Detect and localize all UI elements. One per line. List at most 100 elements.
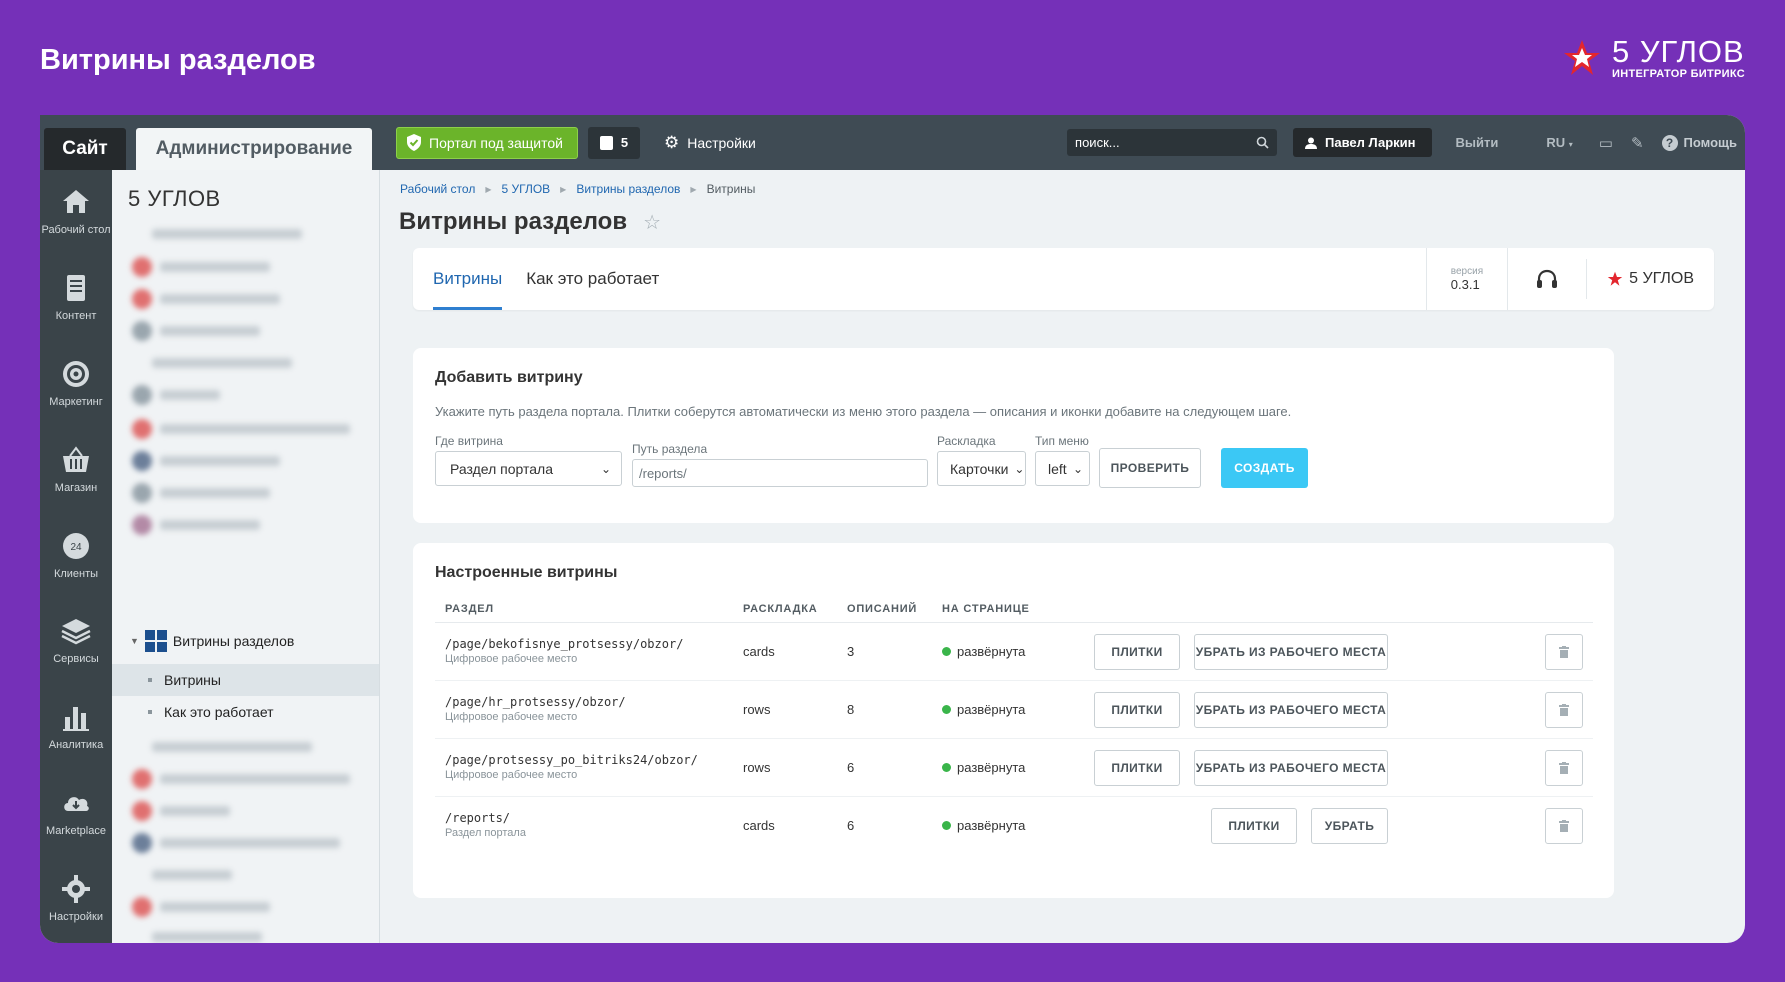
support-button[interactable] xyxy=(1507,248,1586,310)
nav-item-settings[interactable]: Настройки xyxy=(40,857,112,943)
blurred-menu-item xyxy=(132,354,292,372)
remove-from-workplace-button[interactable]: УБРАТЬ ИЗ РАБОЧЕГО МЕСТА xyxy=(1194,750,1388,786)
headset-icon xyxy=(1537,269,1558,288)
notification-count: 5 xyxy=(620,135,629,150)
tabs-bar: Витрины Как это работает версия 0.3.1 5 … xyxy=(413,248,1714,310)
table-row: /page/bekofisnye_protsessy/obzor/ Цифров… xyxy=(435,623,1593,681)
tab-showcases[interactable]: Витрины xyxy=(433,248,503,310)
column-header: НА СТРАНИЦЕ xyxy=(942,603,1030,615)
tab-how-it-works[interactable]: Как это работает xyxy=(526,248,659,310)
breadcrumb-link[interactable]: 5 УГЛОВ xyxy=(501,182,550,196)
tree-item-label: Витрины xyxy=(164,672,221,688)
blurred-menu-item xyxy=(132,515,260,535)
delete-button[interactable] xyxy=(1545,692,1583,728)
row-layout: cards xyxy=(743,644,775,659)
admin-tab[interactable]: Администрирование xyxy=(136,128,372,170)
where-value: Раздел портала xyxy=(450,460,554,477)
breadcrumb-link[interactable]: Витрины разделов xyxy=(576,182,680,196)
row-type: Цифровое рабочее место xyxy=(445,653,578,665)
document-icon xyxy=(67,274,85,301)
panel-toggle-icon[interactable]: ▭ xyxy=(1599,134,1613,152)
remove-from-workplace-button[interactable]: УБРАТЬ ИЗ РАБОЧЕГО МЕСТА xyxy=(1194,692,1388,728)
nav-item-shop[interactable]: Магазин xyxy=(40,428,112,514)
remove-button[interactable]: УБРАТЬ xyxy=(1311,808,1388,844)
row-status: развёрнута xyxy=(942,818,1025,833)
search-input[interactable] xyxy=(1075,135,1236,150)
breadcrumb-link[interactable]: Рабочий стол xyxy=(400,182,475,196)
row-count: 6 xyxy=(847,760,855,775)
nav-item-clients[interactable]: 24 Клиенты xyxy=(40,514,112,600)
column-header: ОПИСАНИЙ xyxy=(847,603,918,615)
language-select[interactable]: RU ▾ xyxy=(1546,135,1572,150)
where-select[interactable]: Раздел портала ⌄ xyxy=(435,451,622,486)
tiles-button[interactable]: ПЛИТКИ xyxy=(1094,692,1180,728)
shield-icon xyxy=(407,134,421,151)
row-type: Цифровое рабочее место xyxy=(445,711,578,723)
remove-from-workplace-button[interactable]: УБРАТЬ ИЗ РАБОЧЕГО МЕСТА xyxy=(1194,634,1388,670)
layout-select[interactable]: Карточки ⌄ xyxy=(937,451,1026,486)
menu-type-select[interactable]: left ⌄ xyxy=(1035,451,1090,486)
row-count: 8 xyxy=(847,702,855,717)
check-button[interactable]: ПРОВЕРИТЬ xyxy=(1099,448,1201,488)
delete-button[interactable] xyxy=(1545,750,1583,786)
nav-item-desktop[interactable]: Рабочий стол xyxy=(40,170,112,256)
tree-node-showcases[interactable]: ▼ Витрины разделов xyxy=(130,630,294,652)
tiles-button[interactable]: ПЛИТКИ xyxy=(1094,634,1180,670)
nav-label: Сервисы xyxy=(53,653,99,666)
path-label: Путь раздела xyxy=(632,442,708,456)
protection-label: Портал под защитой xyxy=(429,134,563,151)
blurred-menu-item xyxy=(132,225,302,243)
row-type: Цифровое рабочее место xyxy=(445,769,578,781)
path-input[interactable]: /reports/ xyxy=(632,459,928,487)
row-layout: rows xyxy=(743,760,771,775)
settings-button[interactable]: ⚙ Настройки xyxy=(664,133,756,153)
configured-showcases-card: Настроенные витрины РАЗДЕЛ РАСКЛАДКА ОПИ… xyxy=(413,543,1614,898)
notifications-button[interactable]: 5 xyxy=(587,126,640,159)
chevron-down-icon: ⌄ xyxy=(1014,461,1025,476)
row-status: развёрнута xyxy=(942,760,1025,775)
site-tab[interactable]: Сайт xyxy=(44,128,126,170)
caret-down-icon[interactable]: ▼ xyxy=(130,636,139,646)
nav-item-analytics[interactable]: Аналитика xyxy=(40,685,112,771)
brand-link[interactable]: 5 УГЛОВ xyxy=(1586,259,1714,299)
search-icon[interactable] xyxy=(1256,136,1269,149)
nav-item-marketplace[interactable]: Marketplace xyxy=(40,771,112,857)
tree-item-showcases[interactable]: Витрины xyxy=(112,664,379,696)
gear-icon xyxy=(62,875,90,904)
portal-protection-button[interactable]: Портал под защитой xyxy=(396,126,578,159)
nav-item-content[interactable]: Контент xyxy=(40,256,112,342)
add-card-description: Укажите путь раздела портала. Плитки соб… xyxy=(435,404,1292,419)
row-path: /page/protsessy_po_bitriks24/obzor/ xyxy=(445,753,698,767)
logout-link[interactable]: Выйти xyxy=(1456,135,1499,150)
nav-label: Клиенты xyxy=(53,567,99,580)
column-header: РАСКЛАДКА xyxy=(743,603,818,615)
menu-type-value: left xyxy=(1048,460,1067,477)
admin-window: Сайт Администрирование Портал под защито… xyxy=(40,115,1745,943)
nav-label: Рабочий стол xyxy=(41,224,111,236)
help-button[interactable]: ? Помощь xyxy=(1661,134,1737,151)
trash-icon xyxy=(1559,820,1569,832)
tree-item-how-it-works[interactable]: Как это работает xyxy=(112,696,379,728)
delete-button[interactable] xyxy=(1545,808,1583,844)
nav-item-marketing[interactable]: Маркетинг xyxy=(40,342,112,428)
table-header: РАЗДЕЛ РАСКЛАДКА ОПИСАНИЙ НА СТРАНИЦЕ xyxy=(435,603,1593,623)
nav-item-services[interactable]: Сервисы xyxy=(40,599,112,685)
create-button[interactable]: СОЗДАТЬ xyxy=(1221,448,1308,488)
star-icon[interactable]: ☆ xyxy=(643,210,661,235)
trash-icon xyxy=(1559,646,1569,658)
user-menu[interactable]: Павел Ларкин xyxy=(1293,128,1432,157)
bullet-icon xyxy=(148,710,152,714)
notification-icon xyxy=(599,135,613,150)
svg-text:24: 24 xyxy=(70,542,82,553)
tiles-button[interactable]: ПЛИТКИ xyxy=(1211,808,1297,844)
status-text: развёрнута xyxy=(957,644,1026,659)
settings-label: Настройки xyxy=(687,134,756,151)
blurred-menu-item xyxy=(132,769,350,789)
version-info: версия 0.3.1 xyxy=(1425,248,1507,310)
nav-label: Marketplace xyxy=(46,825,106,838)
delete-button[interactable] xyxy=(1545,634,1583,670)
tiles-button[interactable]: ПЛИТКИ xyxy=(1094,750,1180,786)
pin-icon[interactable]: ✎ xyxy=(1631,134,1644,152)
status-text: развёрнута xyxy=(957,760,1026,775)
blurred-menu-item xyxy=(132,866,232,884)
